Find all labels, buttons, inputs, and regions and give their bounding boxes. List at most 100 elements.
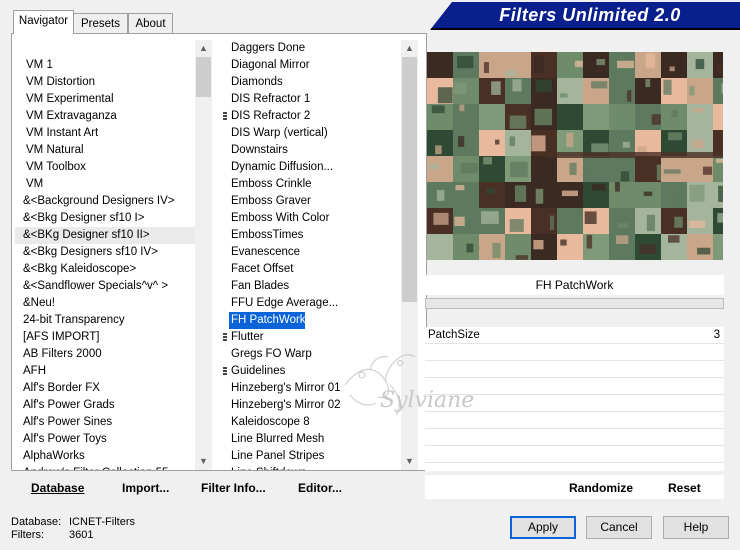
- apply-button[interactable]: Apply: [510, 516, 576, 539]
- filter-item[interactable]: Dynamic Diffusion...: [223, 159, 401, 176]
- category-item[interactable]: &<Bkg Kaleidoscope>: [15, 261, 195, 278]
- category-item[interactable]: Alf's Power Toys: [15, 431, 195, 448]
- category-item[interactable]: &<Sandflower Specials^v^ >: [15, 278, 195, 295]
- watermark-logo: Sylviane: [344, 354, 474, 416]
- preview-patch-detail: [646, 214, 656, 232]
- category-item[interactable]: [AFS IMPORT]: [15, 329, 195, 346]
- filter-item[interactable]: Emboss Graver: [223, 193, 401, 210]
- category-item[interactable]: VM Toolbox: [15, 159, 195, 176]
- category-item[interactable]: &<Bkg Designers sf10 IV>: [15, 244, 195, 261]
- category-item[interactable]: VM 1: [15, 57, 195, 74]
- parameter-row[interactable]: PatchSize 3: [425, 327, 724, 344]
- filter-scroll-thumb[interactable]: [402, 57, 417, 302]
- preview-patch-detail: [622, 141, 630, 148]
- category-item[interactable]: VM Instant Art: [15, 125, 195, 142]
- randomize-button[interactable]: Randomize: [569, 481, 633, 495]
- category-item[interactable]: &<BKg Designer sf10 II>: [15, 227, 195, 244]
- category-item[interactable]: AlphaWorks: [15, 448, 195, 465]
- preview-patch: [453, 130, 479, 156]
- filter-item[interactable]: Daggers Done: [223, 40, 401, 57]
- preview-patch-detail: [569, 162, 577, 175]
- preview-patch-detail: [591, 183, 606, 191]
- editor-button[interactable]: Editor...: [298, 481, 342, 495]
- filter-item[interactable]: Evanescence: [223, 244, 401, 261]
- category-item[interactable]: VM Natural: [15, 142, 195, 159]
- preview-patch-detail: [491, 81, 501, 95]
- preview-patch-detail: [591, 143, 609, 153]
- filter-item-label: Emboss With Color: [231, 212, 330, 224]
- preview-patch: [453, 104, 479, 130]
- preview-patch-detail: [671, 110, 678, 117]
- preview-patch: [427, 234, 453, 260]
- preview-patch-detail: [583, 165, 594, 177]
- database-button[interactable]: Database: [31, 481, 84, 495]
- filter-item[interactable]: Emboss With Color: [223, 210, 401, 227]
- category-item[interactable]: AFH: [15, 363, 195, 380]
- filter-item[interactable]: DIS Warp (vertical): [223, 125, 401, 142]
- filter-item[interactable]: Facet Offset: [223, 261, 401, 278]
- preview-patch-detail: [433, 212, 449, 225]
- preview-patch-detail: [514, 185, 527, 202]
- preview-patch: [479, 130, 505, 156]
- filter-info-button[interactable]: Filter Info...: [201, 481, 266, 495]
- category-item[interactable]: AB Filters 2000: [15, 346, 195, 363]
- filter-item[interactable]: Line Panel Stripes: [223, 448, 401, 465]
- filter-item[interactable]: DIS Refractor 1: [223, 91, 401, 108]
- preview-patch-detail: [566, 113, 583, 125]
- preview-patch: [661, 104, 687, 130]
- category-item[interactable]: 24-bit Transparency: [15, 312, 195, 329]
- category-list[interactable]: VM 1 VM Distortion VM Experimental VM Extra…: [15, 57, 195, 470]
- app-title: Filters Unlimited 2.0: [499, 5, 681, 25]
- filter-item[interactable]: FH PatchWork: [229, 312, 306, 329]
- category-scrollbar[interactable]: ▲ ▼: [195, 40, 212, 470]
- tab-navigator[interactable]: Navigator: [13, 10, 74, 34]
- preview-patch: [713, 234, 723, 260]
- tab-presets[interactable]: Presets: [73, 13, 128, 33]
- tab-about[interactable]: About: [128, 13, 173, 33]
- preview-patch-detail: [576, 208, 583, 217]
- category-item[interactable]: &Neu!: [15, 295, 195, 312]
- filter-item-label: Fan Blades: [231, 280, 290, 292]
- filter-item[interactable]: Diamonds: [223, 74, 401, 91]
- import-button[interactable]: Import...: [122, 481, 169, 495]
- scroll-up-icon[interactable]: ▲: [401, 40, 418, 57]
- preview-patch-detail: [537, 159, 544, 171]
- preview-patch-detail: [689, 85, 695, 96]
- filter-item[interactable]: EmbossTimes: [223, 227, 401, 244]
- filter-item[interactable]: Fan Blades: [223, 278, 401, 295]
- preview-patch-detail: [616, 60, 634, 69]
- preview-patch: [583, 52, 609, 78]
- scroll-down-icon[interactable]: ▼: [195, 453, 212, 470]
- preview-patch-detail: [466, 243, 474, 253]
- param-name: PatchSize: [428, 329, 480, 341]
- scroll-up-icon[interactable]: ▲: [195, 40, 212, 57]
- category-item[interactable]: Alf's Power Sines: [15, 414, 195, 431]
- filter-item[interactable]: Line Shiftdown: [223, 465, 401, 470]
- category-item[interactable]: Alf's Border FX: [15, 380, 195, 397]
- category-item[interactable]: &<Background Designers IV>: [15, 193, 195, 210]
- help-button[interactable]: Help: [663, 516, 729, 539]
- filter-item[interactable]: Emboss Crinkle: [223, 176, 401, 193]
- filter-item[interactable]: FFU Edge Average...: [223, 295, 401, 312]
- preview-patch-detail: [668, 194, 684, 205]
- category-item[interactable]: Andrew's Filter Collection 55: [15, 465, 195, 470]
- scroll-down-icon[interactable]: ▼: [401, 453, 418, 470]
- progress-bar: [425, 298, 724, 309]
- preview-patch-detail: [486, 188, 495, 194]
- category-item[interactable]: VM Distortion: [15, 74, 195, 91]
- filter-item[interactable]: Downstairs: [223, 142, 401, 159]
- category-scroll-thumb[interactable]: [196, 57, 211, 97]
- category-item[interactable]: VM: [15, 176, 195, 193]
- category-item[interactable]: &<Bkg Designer sf10 I>: [15, 210, 195, 227]
- category-item[interactable]: VM Extravaganza: [15, 108, 195, 125]
- category-item[interactable]: Alf's Power Grads: [15, 397, 195, 414]
- filter-item[interactable]: DIS Refractor 2: [223, 108, 401, 125]
- category-item[interactable]: VM Experimental: [15, 91, 195, 108]
- preview-patch-detail: [559, 93, 568, 98]
- filter-item[interactable]: Flutter: [223, 329, 401, 346]
- cancel-button[interactable]: Cancel: [586, 516, 652, 539]
- preview-patch-detail: [668, 235, 680, 243]
- reset-button[interactable]: Reset: [668, 481, 701, 495]
- filter-item[interactable]: Diagonal Mirror: [223, 57, 401, 74]
- preview-patch-detail: [645, 53, 656, 69]
